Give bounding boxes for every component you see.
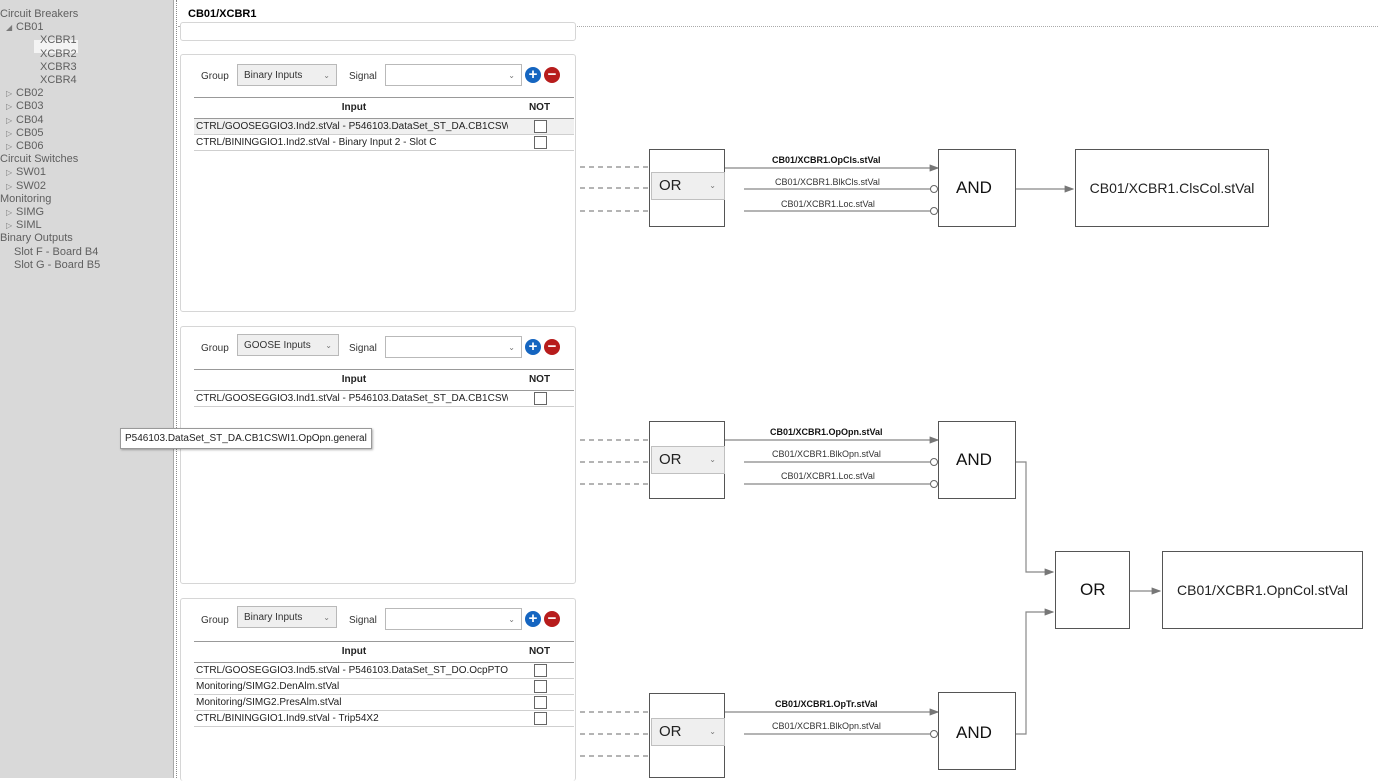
logic-wires — [580, 164, 1162, 757]
or-gate-trip: OR ⌄ — [649, 693, 725, 778]
chevron-down-icon: ⌄ — [709, 455, 716, 464]
close-output-box: CB01/XCBR1.ClsCol.stVal — [1075, 149, 1269, 227]
or-type-select[interactable]: OR ⌄ — [651, 446, 725, 474]
chevron-down-icon: ⌄ — [709, 181, 716, 190]
signal-label-loc: CB01/XCBR1.Loc.stVal — [781, 199, 875, 209]
or-select-value: OR — [659, 177, 682, 194]
or-gate-final: OR — [1055, 551, 1130, 629]
or-select-value: OR — [659, 451, 682, 468]
signal-label-opcls: CB01/XCBR1.OpCls.stVal — [772, 155, 881, 165]
or-gate-close: OR ⌄ — [649, 149, 725, 227]
signal-label-blkcls: CB01/XCBR1.BlkCls.stVal — [775, 177, 880, 187]
signal-label-optr: CB01/XCBR1.OpTr.stVal — [775, 699, 878, 709]
and-gate-close: AND — [938, 149, 1016, 227]
or-select-value: OR — [659, 723, 682, 740]
or-gate-label: OR — [1080, 580, 1106, 599]
and-gate-label: AND — [956, 723, 992, 742]
signal-label-blkopn: CB01/XCBR1.BlkOpn.stVal — [772, 449, 881, 459]
or-type-select[interactable]: OR ⌄ — [651, 718, 725, 746]
and-gate-open: AND — [938, 421, 1016, 499]
and-gate-trip: AND — [938, 692, 1016, 770]
open-output-box: CB01/XCBR1.OpnCol.stVal — [1162, 551, 1363, 629]
signal-label-loc: CB01/XCBR1.Loc.stVal — [781, 471, 875, 481]
and-gate-label: AND — [956, 178, 992, 197]
chevron-down-icon: ⌄ — [709, 727, 716, 736]
or-type-select[interactable]: OR ⌄ — [651, 172, 725, 200]
and-gate-label: AND — [956, 450, 992, 469]
signal-label-opopn: CB01/XCBR1.OpOpn.stVal — [770, 427, 883, 437]
signal-label-blkopn: CB01/XCBR1.BlkOpn.stVal — [772, 721, 881, 731]
open-output-label: CB01/XCBR1.OpnCol.stVal — [1177, 582, 1348, 598]
close-output-label: CB01/XCBR1.ClsCol.stVal — [1089, 180, 1255, 196]
or-gate-open: OR ⌄ — [649, 421, 725, 499]
